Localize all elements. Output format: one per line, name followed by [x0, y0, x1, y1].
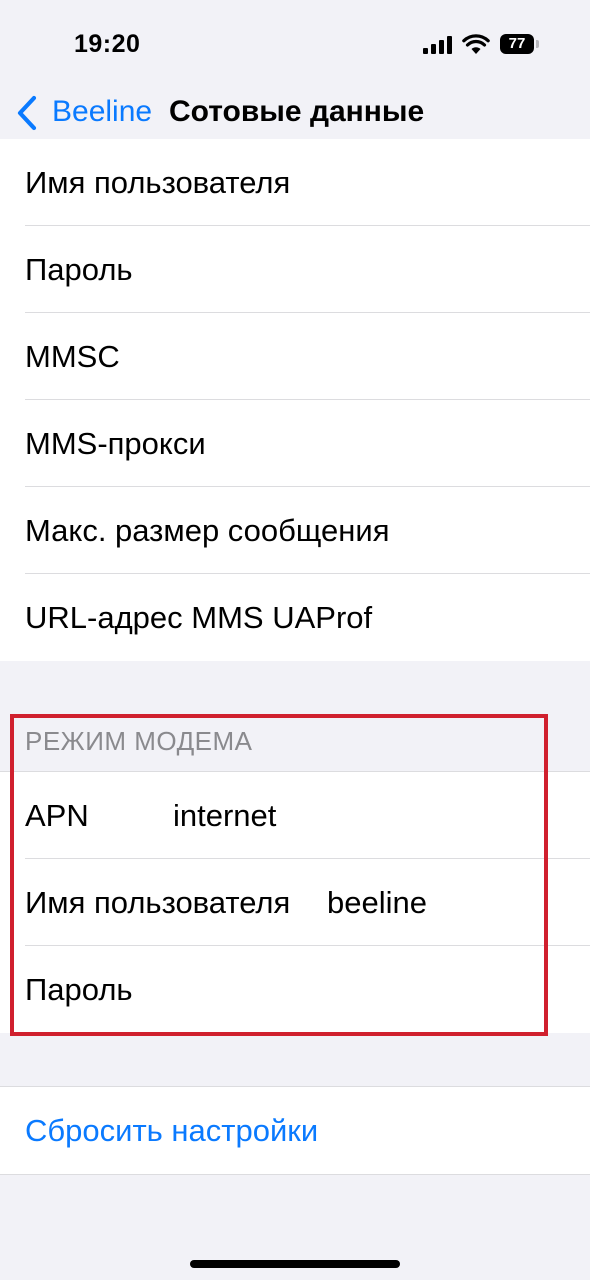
highlight-annotation-box — [10, 714, 548, 1036]
cellular-signal-icon — [423, 34, 453, 54]
reset-group: Сбросить настройки — [0, 1086, 590, 1175]
mms-uaprof-row[interactable]: URL-адрес MMS UAProf — [0, 574, 590, 661]
row-label: Имя пользователя — [25, 165, 291, 200]
mms-settings-group: Имя пользователя Пароль MMSC MMS-прокси … — [0, 139, 590, 661]
chevron-left-icon[interactable] — [14, 94, 40, 132]
mms-max-size-row[interactable]: Макс. размер сообщения — [0, 487, 590, 574]
battery-icon: 77 — [500, 34, 539, 54]
mms-proxy-row[interactable]: MMS-прокси — [0, 400, 590, 487]
home-indicator[interactable] — [190, 1260, 400, 1268]
back-button[interactable]: Beeline — [52, 95, 152, 129]
status-time: 19:20 — [74, 30, 141, 58]
row-label: MMSC — [25, 339, 120, 374]
mms-password-row[interactable]: Пароль — [0, 226, 590, 313]
reset-settings-button[interactable]: Сбросить настройки — [0, 1087, 590, 1174]
row-label: Пароль — [25, 252, 133, 287]
mms-username-row[interactable]: Имя пользователя — [0, 139, 590, 226]
row-label: Макс. размер сообщения — [25, 513, 390, 548]
battery-level: 77 — [500, 34, 534, 54]
page-title: Сотовые данные — [169, 95, 425, 128]
row-label: MMS-прокси — [25, 426, 206, 461]
row-label: URL-адрес MMS UAProf — [25, 600, 373, 635]
reset-settings-label: Сбросить настройки — [25, 1113, 319, 1148]
mmsc-row[interactable]: MMSC — [0, 313, 590, 400]
status-bar: 19:20 77 — [0, 0, 590, 88]
wifi-icon — [462, 34, 490, 54]
